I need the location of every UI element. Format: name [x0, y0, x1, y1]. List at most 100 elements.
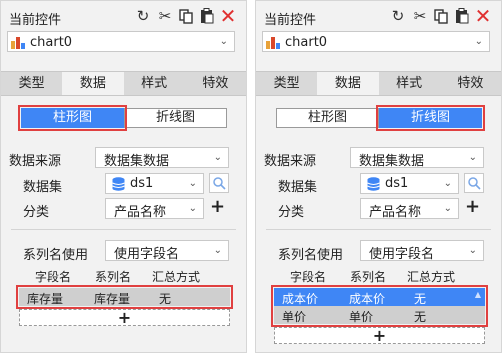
bar-chart-toggle[interactable]: 柱形图	[21, 108, 124, 128]
copy-icon[interactable]	[432, 6, 450, 26]
dataset-select[interactable]: ds1 ⌄	[105, 173, 204, 194]
refresh-icon[interactable]: ↻	[389, 6, 407, 26]
cell-field: 单价	[282, 310, 307, 324]
dataset-value: ds1	[130, 176, 154, 191]
dataset-value: ds1	[385, 176, 409, 191]
column-header-series: 系列名	[350, 270, 387, 284]
chevron-down-icon: ⌄	[213, 152, 222, 163]
chart-select[interactable]: chart0 ⌄	[262, 31, 490, 52]
tab-type[interactable]: 类型	[1, 72, 62, 95]
cut-icon[interactable]: ✂	[411, 6, 429, 26]
tab-type[interactable]: 类型	[256, 72, 317, 95]
tab-style[interactable]: 样式	[124, 72, 185, 95]
category-label: 分类	[23, 205, 50, 220]
close-icon[interactable]: ✕	[474, 4, 492, 28]
line-chart-toggle[interactable]: 折线图	[379, 108, 482, 128]
category-value: 产品名称	[114, 205, 167, 220]
dataset-label: 数据集	[23, 180, 63, 195]
series-select[interactable]: 使用字段名 ⌄	[105, 240, 229, 262]
series-select[interactable]: 使用字段名 ⌄	[360, 240, 484, 262]
search-icon	[467, 176, 481, 190]
column-header-aggregate: 汇总方式	[152, 270, 201, 284]
data-source-value: 数据集数据	[104, 154, 170, 169]
category-value: 产品名称	[369, 205, 422, 220]
search-icon	[212, 176, 226, 190]
column-header-aggregate: 汇总方式	[407, 270, 456, 284]
cell-field: 成本价	[282, 292, 319, 306]
refresh-icon[interactable]: ↻	[134, 6, 152, 26]
chevron-down-icon: ⌄	[443, 203, 452, 214]
cut-icon[interactable]: ✂	[156, 6, 174, 26]
data-source-label: 数据来源	[9, 154, 62, 169]
cell-agg: 无	[159, 292, 172, 306]
table-row[interactable]: 单价 单价 无	[274, 306, 485, 324]
toolbar: 当前控件 ↻ ✂ ✕	[256, 1, 501, 31]
scroll-up-icon[interactable]: ▲	[475, 290, 481, 299]
series-label: 系列名使用	[23, 248, 89, 263]
chevron-down-icon: ⌄	[188, 203, 197, 214]
tab-data[interactable]: 数据	[317, 72, 379, 95]
chevron-down-icon: ⌄	[443, 178, 452, 189]
add-series-button[interactable]: +	[19, 309, 230, 326]
column-header-series: 系列名	[95, 270, 132, 284]
category-select[interactable]: 产品名称 ⌄	[105, 198, 204, 220]
search-button[interactable]	[464, 173, 484, 193]
toolbar: 当前控件 ↻ ✂ ✕	[1, 1, 246, 31]
chevron-down-icon: ⌄	[468, 152, 477, 163]
tab-effects[interactable]: 特效	[440, 72, 501, 95]
dataset-label: 数据集	[278, 180, 318, 195]
chevron-down-icon: ⌄	[468, 245, 477, 256]
property-tabs: 类型 数据 样式 特效	[1, 71, 246, 96]
chart-select[interactable]: chart0 ⌄	[7, 31, 235, 52]
column-header-field: 字段名	[35, 270, 72, 284]
add-category-button[interactable]: +	[465, 198, 480, 216]
series-value: 使用字段名	[114, 247, 180, 262]
property-tabs: 类型 数据 样式 特效	[256, 71, 501, 96]
line-chart-toggle[interactable]: 折线图	[124, 108, 227, 128]
table-row[interactable]: 库存量 库存量 无	[19, 288, 230, 306]
divider	[266, 229, 491, 230]
chevron-down-icon: ⌄	[474, 36, 483, 47]
chart-logo-icon	[11, 37, 25, 49]
cell-field: 库存量	[27, 292, 64, 306]
chevron-down-icon: ⌄	[213, 245, 222, 256]
series-value: 使用字段名	[369, 247, 435, 262]
divider	[11, 229, 236, 230]
data-source-label: 数据来源	[264, 154, 317, 169]
bar-chart-toggle[interactable]: 柱形图	[276, 108, 379, 128]
cell-name: 库存量	[94, 292, 131, 306]
cell-agg: 无	[414, 292, 427, 306]
chevron-down-icon: ⌄	[188, 178, 197, 189]
data-source-select[interactable]: 数据集数据 ⌄	[350, 147, 484, 169]
database-icon	[112, 177, 125, 191]
table-row[interactable]: 成本价 成本价 无 ▲	[274, 288, 485, 306]
paste-icon[interactable]	[453, 6, 471, 26]
cell-name: 单价	[349, 310, 374, 324]
search-button[interactable]	[209, 173, 229, 193]
chart-logo-icon	[266, 37, 280, 49]
data-source-value: 数据集数据	[359, 154, 425, 169]
add-series-button[interactable]: +	[274, 327, 485, 344]
series-label: 系列名使用	[278, 248, 344, 263]
category-label: 分类	[278, 205, 305, 220]
left-panel: 当前控件 ↻ ✂ ✕ chart0 ⌄ 类型 数据 样式 特效 柱形图 折线图 …	[0, 0, 247, 353]
toolbar-title: 当前控件	[264, 13, 317, 28]
chevron-down-icon: ⌄	[219, 36, 228, 47]
column-header-field: 字段名	[290, 270, 327, 284]
tab-style[interactable]: 样式	[379, 72, 440, 95]
cell-name: 成本价	[349, 292, 386, 306]
cell-agg: 无	[414, 310, 427, 324]
tab-data[interactable]: 数据	[62, 72, 124, 95]
category-select[interactable]: 产品名称 ⌄	[360, 198, 459, 220]
chart-select-value: chart0	[30, 35, 73, 50]
right-panel: 当前控件 ↻ ✂ ✕ chart0 ⌄ 类型 数据 样式 特效 柱形图 折线图 …	[255, 0, 502, 353]
dataset-select[interactable]: ds1 ⌄	[360, 173, 459, 194]
add-category-button[interactable]: +	[210, 198, 225, 216]
copy-icon[interactable]	[177, 6, 195, 26]
toolbar-title: 当前控件	[9, 13, 62, 28]
chart-select-value: chart0	[285, 35, 328, 50]
close-icon[interactable]: ✕	[219, 4, 237, 28]
data-source-select[interactable]: 数据集数据 ⌄	[95, 147, 229, 169]
paste-icon[interactable]	[198, 6, 216, 26]
tab-effects[interactable]: 特效	[185, 72, 246, 95]
